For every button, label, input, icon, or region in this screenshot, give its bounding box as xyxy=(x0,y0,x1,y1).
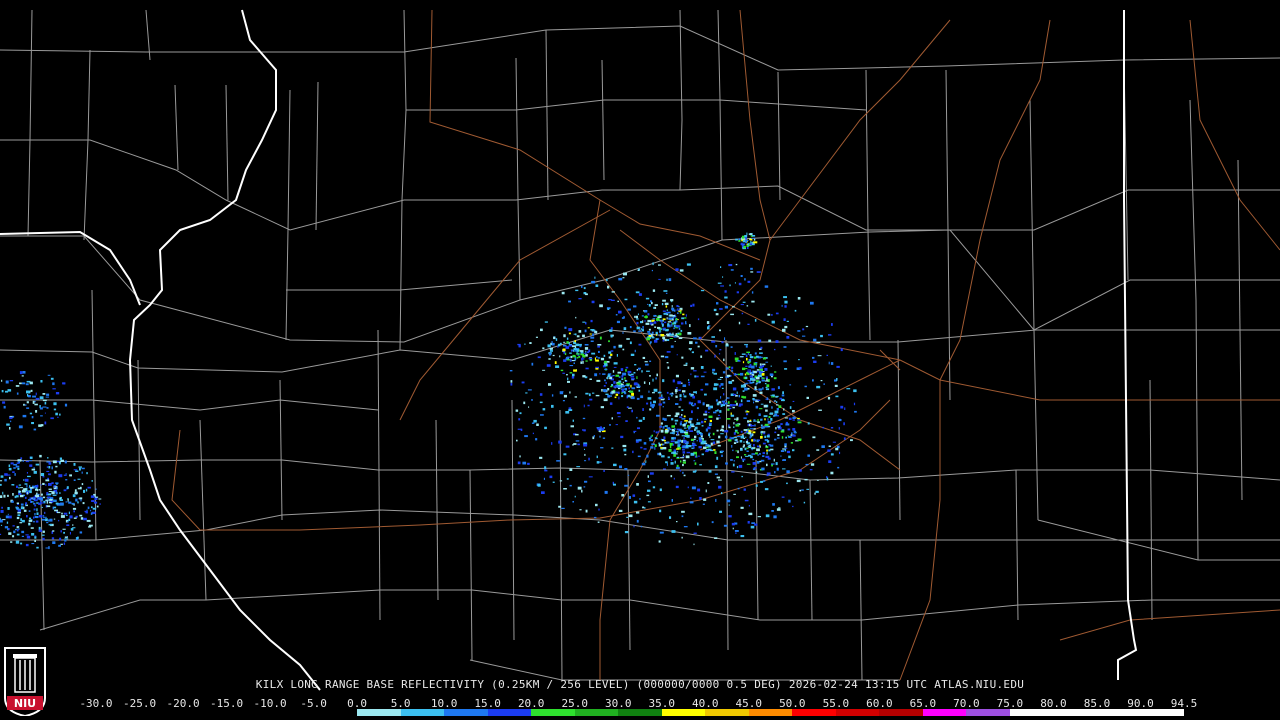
colorbar-segment xyxy=(226,709,271,716)
highway-line xyxy=(171,399,891,531)
product-caption: KILX LONG RANGE BASE REFLECTIVITY (0.25K… xyxy=(255,678,1025,691)
colorbar-segment xyxy=(444,709,488,716)
county-line xyxy=(897,339,901,521)
county-line xyxy=(279,379,283,521)
colorbar-segment xyxy=(705,709,749,716)
colorbar-segment xyxy=(661,709,706,716)
county-line xyxy=(0,399,379,411)
county-line xyxy=(859,539,863,681)
county-line xyxy=(225,84,229,201)
state-borders xyxy=(0,9,1138,691)
county-line xyxy=(83,49,91,241)
colorbar-segment xyxy=(531,709,575,716)
county-line xyxy=(469,659,900,681)
colorbar-segment xyxy=(313,709,358,716)
county-line xyxy=(545,29,549,201)
colorbar-segment xyxy=(618,709,662,716)
highway-line xyxy=(399,209,611,421)
county-line xyxy=(377,329,381,621)
county-line xyxy=(435,419,439,601)
highway-line xyxy=(899,380,941,681)
county-line xyxy=(39,589,1280,631)
county-line xyxy=(174,84,179,171)
highway-line xyxy=(879,349,901,371)
county-line xyxy=(601,59,605,181)
colorbar-segment xyxy=(879,709,923,716)
county-line xyxy=(469,469,473,661)
highway-line xyxy=(1189,19,1280,251)
colorbar-segment xyxy=(1096,709,1141,716)
reflectivity-colorbar xyxy=(96,709,1184,716)
county-line xyxy=(0,509,1280,541)
county-line xyxy=(0,25,1280,71)
county-line xyxy=(399,9,407,351)
niu-logo-icon: NIU xyxy=(4,647,46,716)
radar-viewport: KILX LONG RANGE BASE REFLECTIVITY (0.25K… xyxy=(0,0,1280,720)
county-line xyxy=(286,279,513,291)
county-line xyxy=(777,71,781,201)
county-line xyxy=(0,139,1280,231)
highway-line xyxy=(1059,609,1280,641)
county-line xyxy=(199,419,207,601)
colorbar-segment xyxy=(487,709,532,716)
colorbar-segment xyxy=(183,709,227,716)
colorbar-segment xyxy=(835,709,880,716)
radar-echoes xyxy=(0,232,857,550)
county-line xyxy=(0,329,1280,373)
county-line xyxy=(145,9,151,61)
county-line xyxy=(945,69,951,401)
colorbar-segment xyxy=(792,709,836,716)
logo-text: NIU xyxy=(14,697,36,710)
colorbar-segment xyxy=(748,709,793,716)
county-line xyxy=(809,479,813,621)
colorbar-segment xyxy=(139,709,184,716)
county-line xyxy=(285,89,291,341)
county-line xyxy=(406,99,867,111)
highway-line xyxy=(699,9,771,341)
colorbar-segment xyxy=(966,709,1010,716)
county-line xyxy=(39,459,45,631)
state-border xyxy=(0,230,141,306)
colorbar-segment xyxy=(1140,709,1184,716)
county-line xyxy=(725,339,729,651)
county-line xyxy=(1149,379,1153,621)
county-line xyxy=(1029,99,1039,521)
colorbar-segment xyxy=(96,709,140,716)
colorbar-segment xyxy=(357,709,401,716)
colorbar-segment xyxy=(1053,709,1097,716)
colorbar-segment xyxy=(400,709,445,716)
county-line xyxy=(1015,469,1019,621)
radar-map xyxy=(0,9,1280,691)
county-line xyxy=(315,81,319,231)
state-border xyxy=(1117,10,1138,680)
colorbar-segment xyxy=(922,709,967,716)
colorbar-segment xyxy=(270,709,314,716)
state-border xyxy=(128,9,321,691)
county-line xyxy=(559,409,563,681)
colorbar-segment xyxy=(574,709,619,716)
highway-line xyxy=(429,9,761,261)
county-line xyxy=(0,229,1280,343)
highway-line xyxy=(769,19,951,241)
scale-labels: -30.0 -25.0 -20.0 -15.0 -10.0 -5.0 0.0 5.0 10.0 1… xyxy=(79,697,1197,710)
county-line xyxy=(27,9,33,237)
colorbar-segment xyxy=(1009,709,1054,716)
